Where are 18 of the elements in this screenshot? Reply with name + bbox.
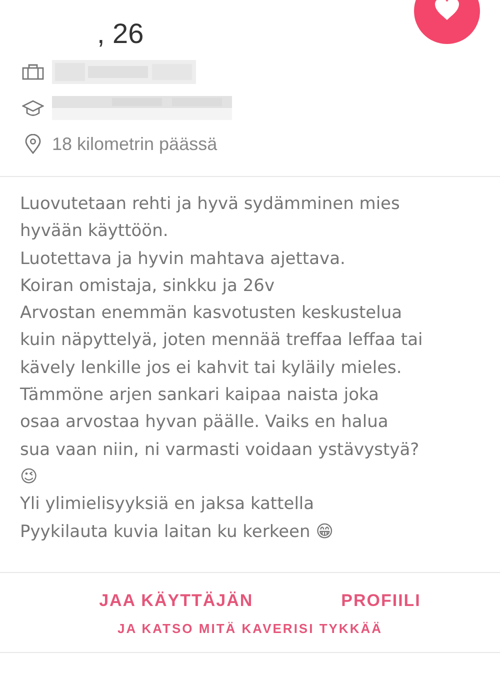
bio-text: kävely lenkille jos ei kahvit tai kyläily mieles. [20, 356, 402, 380]
distance-text: 18 kilometrin päässä [52, 134, 218, 154]
bio-text: hyvään käyttöön. [20, 220, 168, 244]
bio-text: Luotettava ja hyvin mahtava ajettava. [20, 248, 346, 271]
bio-text: Luovutetaan rehti ja hyvä sydämminen mies [20, 193, 400, 216]
bio-text: 😉 [20, 466, 38, 489]
bio-text: sua vaan niin, ni varmasti voidaan ystävystyä? [20, 438, 420, 462]
graduation-cap-icon [22, 100, 44, 116]
bio-text: Tämmöne arjen sankari kaipaa naista joka [20, 384, 379, 408]
bio-text: Yli ylimielisyyksiä en jaksa kattella [20, 493, 314, 516]
bio-text: kuin näpyttelyä, joten mennää treffaa leffaa tai [20, 329, 423, 352]
bio-text: Pyykilauta kuvia laitan ku kerkeen 😁 [20, 520, 334, 544]
bio-text: Arvostan enemmän kasvotusten keskustelua [20, 302, 402, 326]
bio-text: osaa arvostaa hyvan päälle. Vaiks en halua [20, 411, 388, 434]
bio-text: Koiran omistaja, sinkku ja 26v [20, 274, 275, 298]
briefcase-icon [22, 64, 44, 80]
like-button[interactable] [414, 0, 480, 44]
profile-age: , 26 [97, 18, 144, 51]
